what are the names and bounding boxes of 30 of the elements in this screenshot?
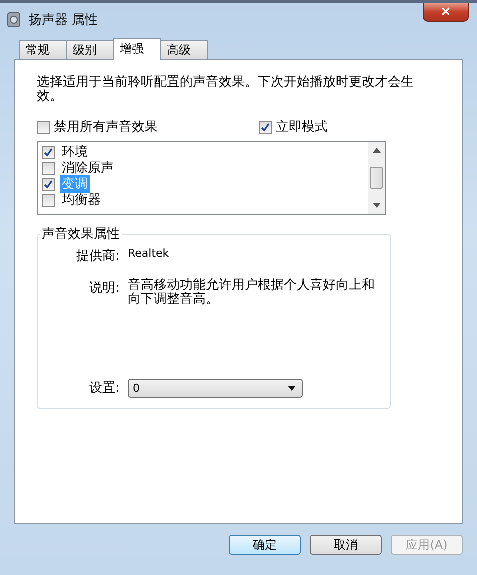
speaker-icon	[7, 12, 21, 28]
tab[interactable]: 增强	[113, 38, 161, 60]
scrollbar[interactable]	[368, 142, 385, 214]
tab[interactable]: 高级	[160, 40, 208, 59]
dialog-button[interactable]: 取消	[310, 535, 382, 555]
group-title: 声音效果属性	[41, 226, 121, 243]
check-icon	[44, 180, 53, 188]
effect-item[interactable]: 均衡器	[42, 192, 364, 208]
scroll-down-icon[interactable]	[372, 203, 380, 208]
window-title: 扬声器 属性	[29, 12, 98, 29]
scroll-up-icon[interactable]	[372, 148, 380, 153]
description-text: 音高移动功能允许用户根据个人喜好向上和向下调整音高。	[128, 279, 376, 307]
field-label: 提供商:	[76, 248, 120, 265]
dropdown-arrow-icon	[288, 386, 296, 391]
field-label: 设置:	[88, 380, 120, 397]
effect-item[interactable]: 消除原声	[42, 160, 364, 176]
check-icon	[44, 148, 53, 156]
tab[interactable]: 常规	[19, 40, 67, 59]
scroll-thumb[interactable]	[370, 167, 383, 189]
check-icon	[261, 122, 270, 132]
effect-item[interactable]: 环境	[42, 144, 364, 160]
checkbox-option[interactable]: 禁用所有声音效果	[37, 118, 158, 136]
field-label: 说明:	[88, 280, 120, 297]
dialog-button[interactable]: 确定	[229, 535, 301, 555]
provider-value: Realtek	[128, 247, 170, 261]
checkbox-option[interactable]: 立即模式	[259, 118, 328, 136]
setting-dropdown[interactable]: 0	[128, 379, 303, 398]
close-button[interactable]: ✕	[423, 3, 469, 22]
intro-text: 选择适用于当前聆听配置的声音效果。下次开始播放时更改才会生效。	[37, 76, 415, 104]
tab[interactable]: 级别	[66, 40, 114, 59]
